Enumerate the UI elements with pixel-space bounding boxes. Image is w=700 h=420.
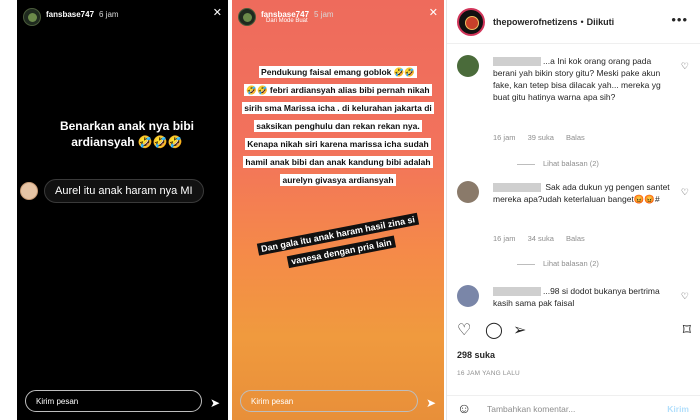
- more-options-icon[interactable]: •••: [671, 12, 688, 27]
- story-time: 5 jam: [314, 10, 334, 19]
- post-panel: thepowerofnetizens • Diikuti ••• ...a In…: [446, 0, 700, 420]
- reply-button[interactable]: Balas: [566, 234, 585, 243]
- like-comment-icon[interactable]: ♡: [681, 187, 689, 198]
- story-comment-sticker: Aurel itu anak haram nya MI: [20, 178, 220, 204]
- add-comment-bar: ☺ Tambahkan komentar... Kirim: [447, 395, 700, 420]
- comment-time: 16 jam: [493, 133, 516, 142]
- send-icon[interactable]: ➤: [210, 396, 220, 410]
- like-comment-icon[interactable]: ♡: [681, 291, 689, 302]
- story-comment-text: Aurel itu anak haram nya MI: [44, 179, 204, 203]
- story-avatar[interactable]: [238, 8, 256, 26]
- comment-body: Sak ada dukun yg pengen santet mereka ap…: [493, 181, 671, 205]
- view-replies[interactable]: Lihat balasan (2): [517, 259, 599, 268]
- comment-item: ...a Ini kok orang orang pada berani yah…: [457, 55, 693, 168]
- comment-icon[interactable]: ◯: [485, 320, 503, 340]
- bookmark-icon[interactable]: ⌑: [683, 320, 691, 340]
- post-comment-button[interactable]: Kirim: [667, 404, 689, 414]
- view-replies[interactable]: Lihat balasan (2): [517, 159, 599, 168]
- post-actions: ♡ ◯ ➢ ⌑: [457, 320, 691, 344]
- comment-likes[interactable]: 39 suka: [528, 133, 554, 142]
- following-button[interactable]: Diikuti: [587, 17, 615, 27]
- profile-avatar[interactable]: [457, 7, 485, 36]
- story-text: Benarkan anak nya bibi ardiansyah 🤣🤣🤣: [59, 119, 195, 149]
- emoji-icon[interactable]: ☺: [457, 400, 471, 416]
- profile-username[interactable]: thepowerofnetizens: [493, 17, 578, 27]
- story-highlight-text: Pendukung faisal emang goblok 🤣🤣 🤣🤣 febr…: [242, 62, 434, 188]
- comments-list[interactable]: ...a Ini kok orang orang pada berani yah…: [447, 45, 700, 315]
- story-left: fansbase747 6 jam ✕ Benarkan anak nya bi…: [17, 0, 228, 420]
- story-header: fansbase747 6 jam: [23, 8, 119, 26]
- comment-username-redacted[interactable]: [493, 57, 541, 67]
- comment-likes[interactable]: 34 suka: [528, 234, 554, 243]
- comment-username-redacted[interactable]: [493, 287, 541, 297]
- comment-meta: 16 jam 39 suka Balas: [493, 133, 595, 142]
- story-rotated-line: Dan gala itu anak haram hasil zina si va…: [257, 212, 419, 269]
- comment-username-fragment: ...a: [543, 56, 555, 66]
- story-middle: fansbase747 5 jam Dari Mode Buat ✕ Pendu…: [232, 0, 444, 420]
- separator-dot: •: [580, 16, 584, 27]
- comment-meta: 16 jam 34 suka Balas: [493, 234, 595, 243]
- story-subtitle: Dari Mode Buat: [266, 18, 308, 24]
- story-avatar[interactable]: [23, 8, 41, 26]
- like-comment-icon[interactable]: ♡: [681, 61, 689, 72]
- commenter-avatar: [20, 182, 38, 200]
- close-icon[interactable]: ✕: [213, 6, 222, 19]
- story-line: Pendukung faisal emang goblok 🤣🤣: [259, 66, 417, 78]
- reply-button[interactable]: Balas: [566, 133, 585, 142]
- comment-body: ...a Ini kok orang orang pada berani yah…: [493, 55, 671, 103]
- close-icon[interactable]: ✕: [429, 6, 438, 19]
- post-time-ago: 16 JAM YANG LALU: [457, 370, 520, 377]
- send-message-input[interactable]: Kirim pesan: [240, 390, 418, 412]
- post-header: thepowerofnetizens • Diikuti •••: [447, 0, 700, 44]
- comment-avatar[interactable]: [457, 55, 479, 77]
- send-icon[interactable]: ➤: [426, 396, 436, 410]
- comment-avatar[interactable]: [457, 181, 479, 203]
- comment-avatar[interactable]: [457, 285, 479, 307]
- share-icon[interactable]: ➢: [513, 320, 526, 340]
- story-rotated-text: Dan gala itu anak haram hasil zina si va…: [250, 208, 429, 277]
- story-username[interactable]: fansbase747: [46, 10, 94, 19]
- story-time: 6 jam: [99, 10, 119, 19]
- likes-count[interactable]: 298 suka: [457, 350, 495, 360]
- story-line: Kenapa nikah siri karena marissa icha su…: [243, 138, 433, 186]
- comment-username-redacted[interactable]: [493, 183, 541, 193]
- story-line: 🤣🤣 febri ardiansyah alias bibi pernah ni…: [242, 84, 434, 132]
- comment-item: ...98 si dodot bukanya bertrima kasih sa…: [457, 285, 693, 315]
- comment-body: ...98 si dodot bukanya bertrima kasih sa…: [493, 285, 671, 309]
- comment-item: Sak ada dukun yg pengen santet mereka ap…: [457, 181, 693, 271]
- heart-icon[interactable]: ♡: [457, 320, 471, 340]
- comment-time: 16 jam: [493, 234, 516, 243]
- comment-username-fragment: ...98: [543, 286, 560, 296]
- add-comment-input[interactable]: Tambahkan komentar...: [487, 404, 575, 414]
- send-message-input[interactable]: Kirim pesan: [25, 390, 202, 412]
